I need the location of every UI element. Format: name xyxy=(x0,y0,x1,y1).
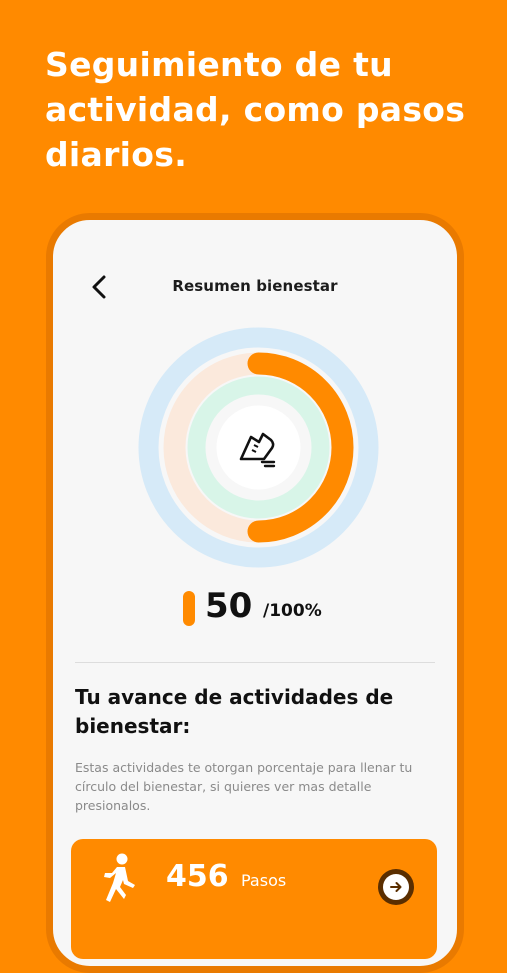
wellness-rings xyxy=(136,325,381,570)
divider xyxy=(75,662,435,663)
score-value: 50 xyxy=(205,586,253,626)
sneaker-icon xyxy=(239,432,276,468)
arrow-right-icon xyxy=(383,874,409,900)
phone-frame: Resumen bienestar 50 /100% Tu avance de … xyxy=(46,213,464,973)
page-title: Resumen bienestar xyxy=(172,277,338,295)
section-title: Tu avance de actividades de bienestar: xyxy=(75,685,394,738)
progress-score: 50 /100% xyxy=(183,586,383,630)
score-indicator xyxy=(183,591,195,626)
top-bar: Resumen bienestar xyxy=(53,272,457,302)
steps-value: 456 xyxy=(166,859,229,894)
score-suffix: /100% xyxy=(263,601,322,621)
walking-person-icon xyxy=(104,853,135,902)
steps-card[interactable]: 456 Pasos xyxy=(71,839,437,959)
steps-label: Pasos xyxy=(241,871,287,890)
headline: Seguimiento de tu actividad, como pasos … xyxy=(45,45,466,174)
section-description: Estas actividades te otorgan porcentaje … xyxy=(75,760,413,813)
